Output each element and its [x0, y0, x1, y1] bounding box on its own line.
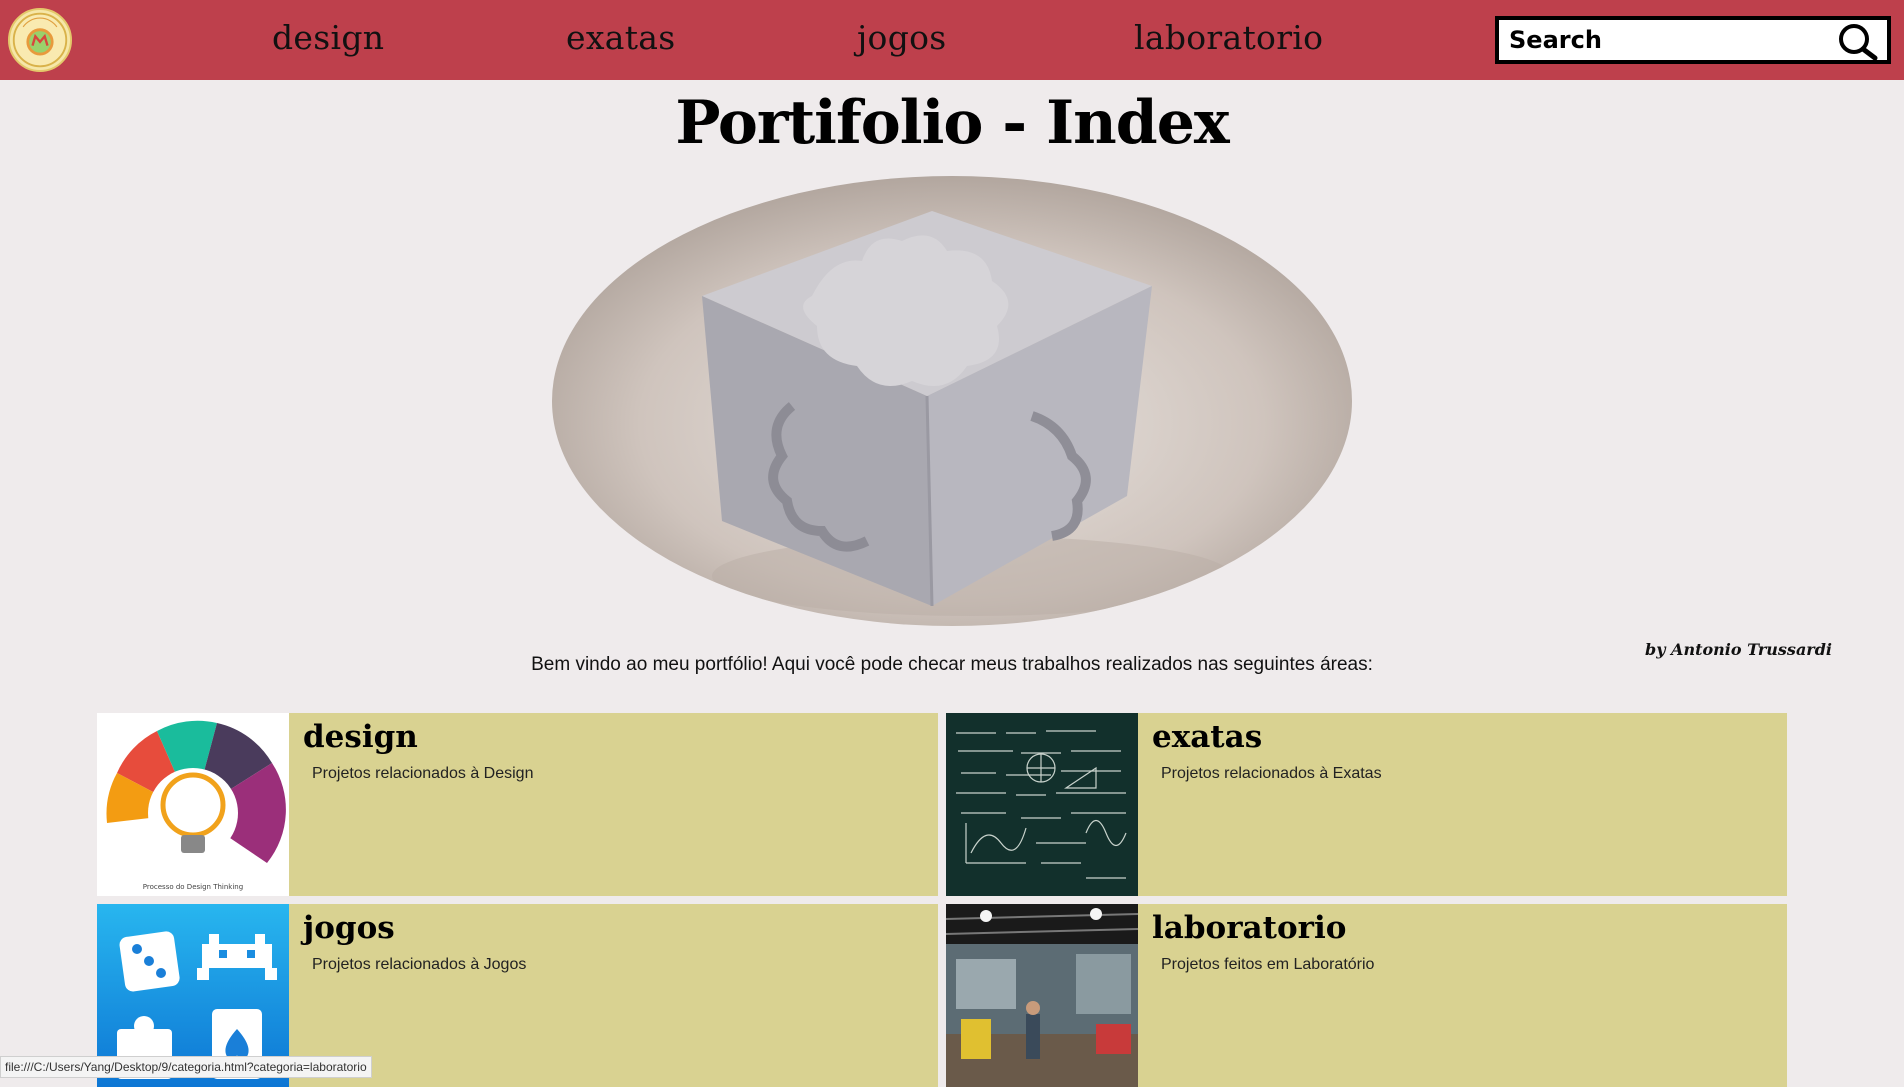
nav-link-design[interactable]: design	[272, 18, 384, 57]
card-title: jogos	[303, 910, 395, 946]
card-description: Projetos relacionados à Exatas	[1161, 765, 1382, 782]
nav-link-laboratorio[interactable]: laboratorio	[1134, 18, 1323, 57]
card-title: design	[303, 719, 418, 755]
nav-link-exatas[interactable]: exatas	[566, 18, 676, 57]
search-input[interactable]	[1509, 22, 1819, 58]
lab-photo-image	[946, 904, 1138, 1087]
thumb-caption: Processo do Design Thinking	[143, 883, 243, 891]
card-description: Projetos relacionados à Design	[312, 765, 534, 782]
page-title: Portifolio - Index	[675, 88, 1229, 158]
search-box	[1495, 16, 1891, 64]
site-logo[interactable]	[8, 8, 72, 72]
card-description: Projetos feitos em Laboratório	[1161, 956, 1375, 973]
status-bar-url: file:///C:/Users/Yang/Desktop/9/categori…	[0, 1056, 372, 1078]
search-icon	[1839, 24, 1878, 61]
logo-icon	[12, 12, 68, 68]
card-title: laboratorio	[1152, 910, 1347, 946]
dice-icon	[119, 931, 180, 992]
design-thinking-image: Processo do Design Thinking	[97, 713, 289, 896]
card-title: exatas	[1152, 719, 1263, 755]
chalkboard-math-image	[946, 713, 1138, 896]
hero-image	[552, 176, 1352, 626]
card-description: Projetos relacionados à Jogos	[312, 956, 527, 973]
nav-link-jogos[interactable]: jogos	[857, 18, 947, 57]
top-navbar: design exatas jogos laboratorio	[0, 0, 1904, 80]
gear-cube-image	[552, 176, 1352, 626]
card-design[interactable]: Processo do Design Thinking design Proje…	[97, 713, 938, 896]
intro-text: Bem vindo ao meu portfólio! Aqui você po…	[531, 654, 1373, 675]
card-exatas[interactable]: exatas Projetos relacionados à Exatas	[946, 713, 1787, 896]
card-laboratorio[interactable]: laboratorio Projetos feitos em Laboratór…	[946, 904, 1787, 1087]
search-button[interactable]	[1835, 22, 1879, 61]
